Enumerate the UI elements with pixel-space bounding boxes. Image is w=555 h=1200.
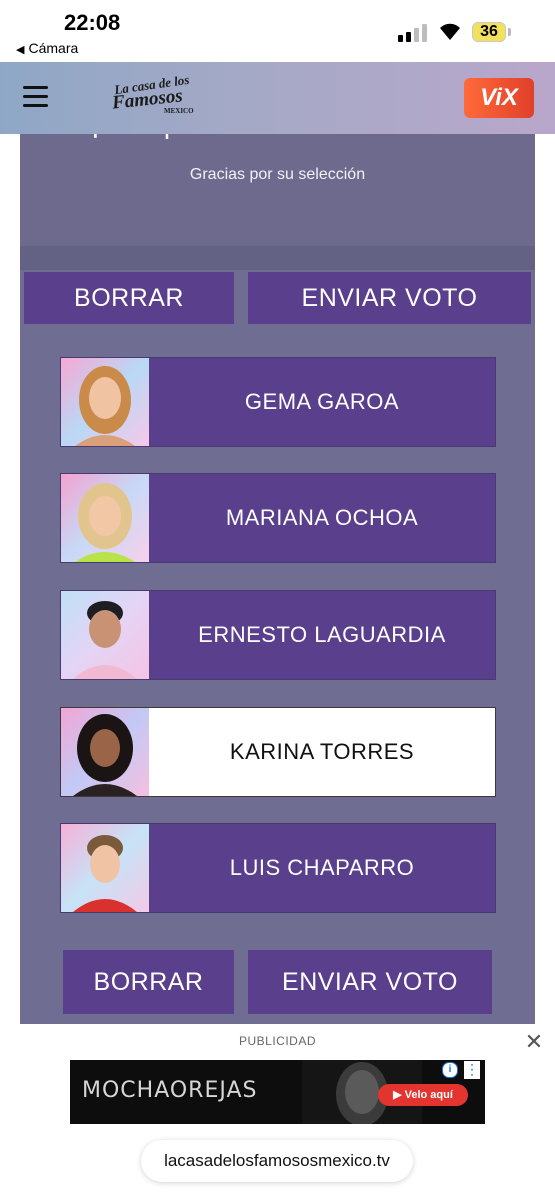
- vote-panel-header: [20, 134, 535, 246]
- ad-container: PUBLICIDAD ✕ MOCHAOREJAS ▶ Velo aquí i ⋮…: [0, 1024, 555, 1200]
- candidate-card[interactable]: GEMA GAROA: [60, 357, 496, 447]
- candidate-name: GEMA GAROA: [244, 389, 400, 414]
- logo-line-3: MEXICO: [164, 107, 194, 115]
- ad-cta-button[interactable]: ▶ Velo aquí: [378, 1084, 468, 1106]
- candidate-name: MARIANA OCHOA: [225, 505, 419, 530]
- menu-icon[interactable]: [23, 86, 48, 108]
- clear-button-bottom[interactable]: BORRAR: [63, 950, 234, 1014]
- status-bar: 22:08 ◀ Cámara 36: [0, 0, 555, 62]
- candidate-name: ERNESTO LAGUARDIA: [198, 622, 446, 647]
- submit-vote-button-top[interactable]: ENVIAR VOTO: [248, 272, 531, 324]
- wifi-icon: [440, 23, 460, 40]
- candidate-photo: [61, 708, 149, 796]
- candidate-photo: [61, 591, 149, 679]
- close-icon[interactable]: ✕: [522, 1030, 546, 1054]
- cellular-signal-icon: [398, 24, 430, 42]
- candidate-name: LUIS CHAPARRO: [229, 855, 415, 880]
- candidate-photo: [61, 824, 149, 912]
- more-options-icon[interactable]: ⋮: [464, 1061, 480, 1079]
- back-to-app-link[interactable]: ◀ Cámara: [16, 40, 78, 56]
- candidate-card[interactable]: MARIANA OCHOA: [60, 473, 496, 563]
- back-triangle-icon: ◀: [16, 44, 25, 56]
- ad-banner-title: MOCHAOREJAS: [82, 1078, 258, 1103]
- candidate-card-selected[interactable]: KARINA TORRES: [60, 707, 496, 797]
- candidate-card[interactable]: LUIS CHAPARRO: [60, 823, 496, 913]
- ad-banner[interactable]: MOCHAOREJAS ▶ Velo aquí i ⋮: [70, 1060, 485, 1124]
- candidate-photo: [61, 474, 149, 562]
- back-app-label: Cámara: [28, 40, 79, 56]
- panel-divider: [20, 246, 535, 270]
- info-icon[interactable]: i: [442, 1062, 458, 1078]
- vix-app-button[interactable]: ViX: [464, 78, 534, 118]
- candidate-name: KARINA TORRES: [229, 739, 415, 764]
- battery-cap: [508, 28, 511, 36]
- ad-label: PUBLICIDAD: [238, 1034, 317, 1048]
- site-logo[interactable]: La casa de los Famosos MEXICO: [110, 72, 193, 122]
- clear-button-top[interactable]: BORRAR: [24, 272, 234, 324]
- candidate-card[interactable]: ERNESTO LAGUARDIA: [60, 590, 496, 680]
- battery-indicator: 36: [472, 22, 506, 42]
- candidate-photo: [61, 358, 149, 446]
- status-time: 22:08: [64, 10, 121, 35]
- thanks-message: Gracias por su selección: [189, 166, 366, 183]
- submit-vote-button-bottom[interactable]: ENVIAR VOTO: [248, 950, 492, 1014]
- site-header: La casa de los Famosos MEXICO ViX: [0, 62, 555, 134]
- browser-url-bar[interactable]: lacasadelosfamososmexico.tv: [141, 1140, 413, 1182]
